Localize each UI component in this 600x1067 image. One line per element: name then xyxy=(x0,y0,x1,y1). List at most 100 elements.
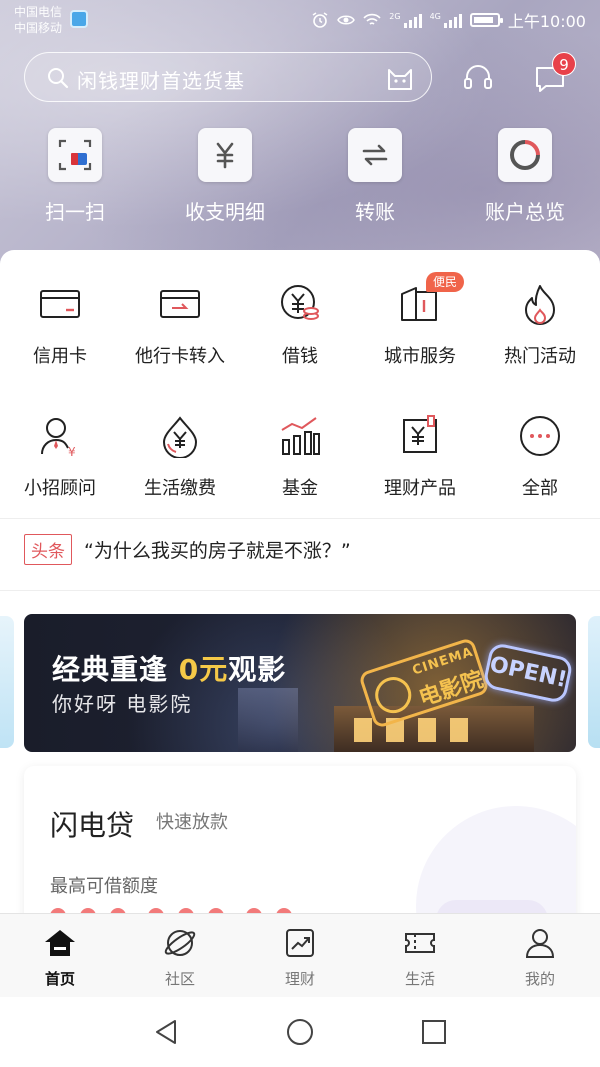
tab-label: 社区 xyxy=(164,970,195,988)
service-borrow[interactable]: 借钱 xyxy=(240,280,360,368)
mascot-cat-icon[interactable] xyxy=(385,63,415,93)
service-label: 生活缴费 xyxy=(144,478,216,499)
headline-tag: 头条 xyxy=(24,533,72,565)
convenience-badge: 便民 xyxy=(426,272,465,292)
next-banner-peek xyxy=(588,616,600,748)
tab-label: 首页 xyxy=(44,970,75,988)
service-label: 基金 xyxy=(282,478,318,499)
headline-text: “为什么我买的房子就是不涨？” xyxy=(84,539,351,562)
bottom-tab-bar: 首页 社区 理财 生活 我的 xyxy=(0,913,600,997)
message-badge: 9 xyxy=(552,52,576,76)
service-label: 理财产品 xyxy=(384,478,456,499)
service-city[interactable]: 城市服务 xyxy=(360,280,480,368)
banner-title: 经典重逢 0元观影 xyxy=(52,648,286,688)
service-label: 小招顾问 xyxy=(24,478,96,499)
card-transfer-in-icon xyxy=(156,280,204,328)
search-row: 闲钱理财首选货基 9 xyxy=(24,52,576,102)
utility-pay-icon xyxy=(156,412,204,460)
signal-1-icon: 2G xyxy=(389,12,422,28)
battery-icon xyxy=(469,13,503,27)
banner-subtitle: 你好呀 电影院 xyxy=(52,692,193,716)
carrier-info: 中国电信 中国移动 xyxy=(14,4,62,36)
service-utility-pay[interactable]: 生活缴费 xyxy=(120,412,240,500)
system-navigation-bar xyxy=(0,997,600,1067)
quick-actions: 扫一扫 收支明细 转账 账户总览 xyxy=(0,128,600,238)
borrow-coin-icon xyxy=(276,280,324,328)
quick-transfer[interactable]: 转账 xyxy=(300,128,450,225)
scan-icon xyxy=(48,128,102,182)
tab-life[interactable]: 生活 xyxy=(360,928,480,989)
tab-label: 我的 xyxy=(524,970,555,988)
alarm-icon xyxy=(312,12,328,28)
status-bar: 中国电信 中国移动 2G 4G 上午10:00 xyxy=(0,0,600,40)
advisor-icon: ¥ xyxy=(36,412,84,460)
customer-service-icon[interactable] xyxy=(462,62,494,94)
open-neon-sign: OPEN! xyxy=(482,641,574,705)
wealth-product-icon xyxy=(396,412,444,460)
header-background: 中国电信 中国移动 2G 4G 上午10:00 闲钱理财首选货基 9 扫一扫 收… xyxy=(0,0,600,270)
prev-banner-peek xyxy=(0,616,14,748)
service-hot-activity[interactable]: 热门活动 xyxy=(480,280,600,368)
divider xyxy=(0,518,600,519)
service-advisor[interactable]: ¥ 小招顾问 xyxy=(0,412,120,500)
tab-community[interactable]: 社区 xyxy=(120,928,240,989)
tab-label: 生活 xyxy=(404,970,435,988)
service-fund[interactable]: 基金 xyxy=(240,412,360,500)
tab-profile[interactable]: 我的 xyxy=(480,928,600,989)
banner-title-post: 观影 xyxy=(228,653,287,686)
battery-level xyxy=(473,17,493,23)
quick-overview-label: 账户总览 xyxy=(485,200,565,224)
tab-label: 理财 xyxy=(284,970,315,988)
service-label: 热门活动 xyxy=(504,346,576,367)
app-shield-icon xyxy=(70,10,88,28)
service-wealth-product[interactable]: 理财产品 xyxy=(360,412,480,500)
signal-2-icon: 4G xyxy=(430,12,462,28)
city-skyline xyxy=(238,688,298,752)
back-icon[interactable] xyxy=(152,1018,180,1046)
window xyxy=(354,718,372,742)
yuan-statement-icon xyxy=(198,128,252,182)
tab-home[interactable]: 首页 xyxy=(0,928,120,989)
eye-comfort-icon xyxy=(337,15,356,25)
carrier-1: 中国电信 xyxy=(14,5,63,19)
search-bar[interactable]: 闲钱理财首选货基 xyxy=(24,52,432,102)
status-icons: 2G 4G 上午10:00 xyxy=(311,10,586,31)
home-circle-icon[interactable] xyxy=(286,1018,314,1046)
profile-icon xyxy=(525,929,555,958)
wifi-icon xyxy=(363,13,381,25)
cinema-promo-banner[interactable]: CINEMA 电影院 OPEN! 经典重逢 0元观影 你好呀 电影院 xyxy=(24,614,576,752)
home-icon xyxy=(45,930,75,956)
quick-scan[interactable]: 扫一扫 xyxy=(0,128,150,225)
banner-carousel[interactable]: CINEMA 电影院 OPEN! 经典重逢 0元观影 你好呀 电影院 xyxy=(0,612,600,752)
loan-limit-label: 最高可借额度 xyxy=(50,876,158,897)
loan-title: 闪电贷 xyxy=(50,809,135,842)
fund-chart-icon xyxy=(276,412,324,460)
flame-icon xyxy=(516,280,564,328)
service-label: 全部 xyxy=(522,478,558,499)
service-card-transfer-in[interactable]: 他行卡转入 xyxy=(120,280,240,368)
recents-icon[interactable] xyxy=(420,1018,448,1046)
main-content: 信用卡 他行卡转入 借钱 城市服务 热门活动 ¥ 小招顾问 生活缴费 基金 理财… xyxy=(0,250,600,926)
service-all[interactable]: 全部 xyxy=(480,412,600,500)
service-label: 他行卡转入 xyxy=(135,346,225,367)
headline-news[interactable]: 头条 “为什么我买的房子就是不涨？” xyxy=(24,532,351,566)
loan-subtitle: 快速放款 xyxy=(156,812,228,833)
service-credit-card[interactable]: 信用卡 xyxy=(0,280,120,368)
life-ticket-icon xyxy=(405,933,435,953)
carrier-2: 中国移动 xyxy=(14,21,63,35)
tab-wealth[interactable]: 理财 xyxy=(240,928,360,989)
svg-text:¥: ¥ xyxy=(68,445,76,458)
flash-loan-card[interactable]: 闪电贷 快速放款 最高可借额度 xyxy=(24,766,576,926)
quick-scan-label: 扫一扫 xyxy=(45,200,105,224)
status-time: 上午10:00 xyxy=(507,12,586,31)
window xyxy=(450,718,468,742)
network-type-2: 4G xyxy=(429,12,441,21)
quick-overview[interactable]: 账户总览 xyxy=(450,128,600,225)
quick-statement[interactable]: 收支明细 xyxy=(150,128,300,225)
divider xyxy=(0,590,600,591)
account-overview-icon xyxy=(498,128,552,182)
transfer-icon xyxy=(348,128,402,182)
window xyxy=(418,718,436,742)
more-icon xyxy=(516,412,564,460)
community-icon xyxy=(164,930,196,956)
